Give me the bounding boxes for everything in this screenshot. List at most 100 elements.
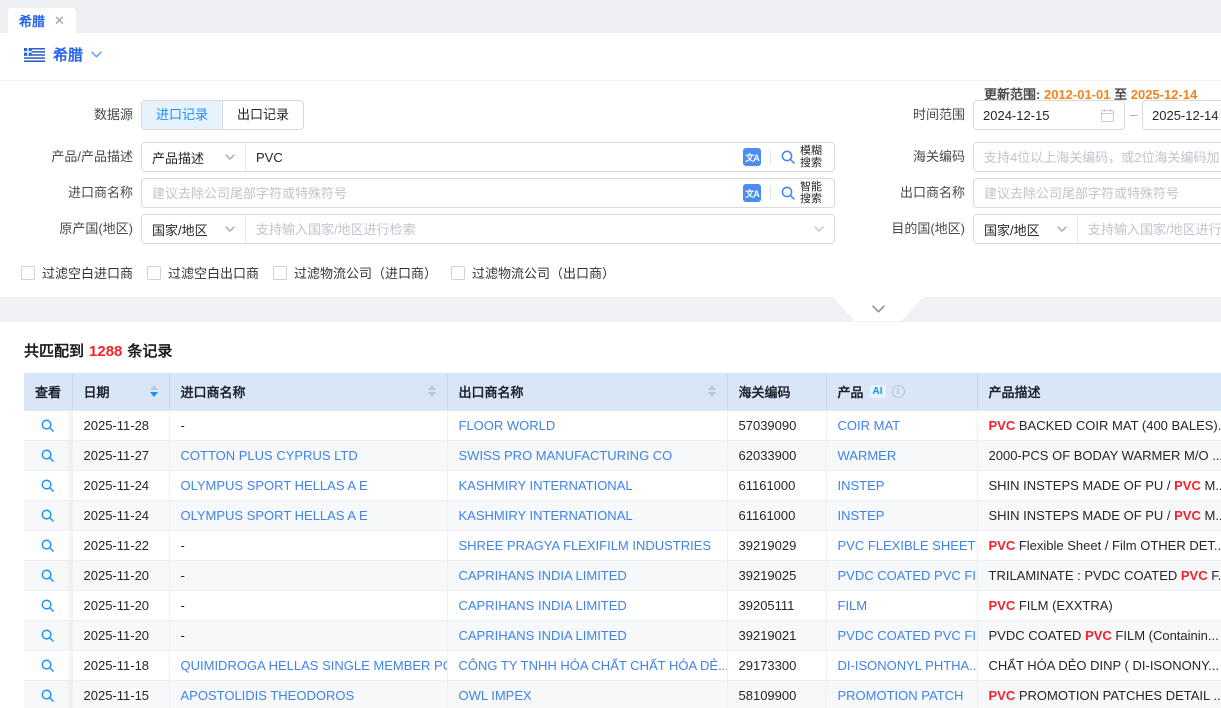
- product-link[interactable]: INSTEP: [838, 478, 885, 493]
- checkbox-icon[interactable]: [147, 266, 161, 280]
- sort-date-icon[interactable]: [150, 385, 158, 397]
- view-record-button[interactable]: [40, 658, 55, 673]
- dest-country-select[interactable]: 国家/地区: [974, 215, 1078, 243]
- translate-icon[interactable]: 文A: [743, 148, 761, 166]
- view-record-button[interactable]: [40, 448, 55, 463]
- date-from-input[interactable]: 2024-12-15: [973, 100, 1125, 130]
- row-date: 2025-11-22: [84, 538, 150, 553]
- product-link[interactable]: FILM: [838, 598, 868, 613]
- exporter-link[interactable]: CAPRIHANS INDIA LIMITED: [459, 568, 627, 583]
- desc-segment: M...: [1201, 478, 1221, 493]
- col-importer[interactable]: 进口商名称: [169, 373, 447, 410]
- row-hs-code: 39205111: [739, 598, 795, 613]
- product-link[interactable]: INSTEP: [838, 508, 885, 523]
- exporter-input[interactable]: [973, 178, 1221, 208]
- exporter-link[interactable]: KASHMIRY INTERNATIONAL: [459, 508, 633, 523]
- product-link[interactable]: WARMER: [838, 448, 897, 463]
- view-record-button[interactable]: [40, 508, 55, 523]
- chevron-down-icon[interactable]: [91, 51, 102, 58]
- filter-checkbox-0[interactable]: 过滤空白进口商: [21, 263, 133, 282]
- table-row: 2025-11-24OLYMPUS SPORT HELLAS A EKASHMI…: [24, 500, 1221, 530]
- checkbox-icon[interactable]: [21, 266, 35, 280]
- product-input[interactable]: [246, 143, 743, 171]
- filter-checkbox-2[interactable]: 过滤物流公司（进口商）: [273, 263, 437, 282]
- exporter-cell: SHREE PRAGYA FLEXIFILM INDUSTRIES: [447, 530, 727, 560]
- checkbox-icon[interactable]: [451, 266, 465, 280]
- filter-checkbox-3[interactable]: 过滤物流公司（出口商）: [451, 263, 615, 282]
- origin-country-input[interactable]: [246, 215, 814, 243]
- date-to-input[interactable]: 2025-12-14: [1142, 100, 1221, 130]
- hs-code-cell: 39219029: [727, 530, 826, 560]
- desc-segment: PVC: [1174, 478, 1201, 493]
- hs-code-cell: 62033900: [727, 440, 826, 470]
- exporter-link[interactable]: FLOOR WORLD: [459, 418, 556, 433]
- importer-link[interactable]: COTTON PLUS CYPRUS LTD: [181, 448, 358, 463]
- translate-icon[interactable]: 文A: [743, 184, 761, 202]
- product-link[interactable]: COIR MAT: [838, 418, 901, 433]
- product-cell: WARMER: [826, 440, 977, 470]
- desc-segment: PVC: [989, 538, 1016, 553]
- col-exporter[interactable]: 出口商名称: [447, 373, 727, 410]
- exporter-link[interactable]: SWISS PRO MANUFACTURING CO: [459, 448, 673, 463]
- view-record-button[interactable]: [40, 598, 55, 613]
- importer-link[interactable]: QUIMIDROGA HELLAS SINGLE MEMBER PC: [181, 658, 448, 673]
- dest-country-input[interactable]: [1078, 215, 1221, 243]
- importer-input[interactable]: [142, 179, 743, 207]
- importer-link: -: [181, 628, 185, 643]
- origin-country-select[interactable]: 国家/地区: [142, 215, 246, 243]
- close-icon[interactable]: ✕: [54, 14, 65, 27]
- import-records-button[interactable]: 进口记录: [142, 101, 222, 129]
- view-record-button[interactable]: [40, 418, 55, 433]
- product-type-select[interactable]: 产品描述: [142, 143, 246, 171]
- table-row: 2025-11-28-FLOOR WORLD57039090COIR MATPV…: [24, 410, 1221, 440]
- filter-checkbox-1[interactable]: 过滤空白出口商: [147, 263, 259, 282]
- product-link[interactable]: DI-ISONONYL PHTHA...: [838, 658, 978, 673]
- date-from-value: 2024-12-15: [983, 108, 1050, 123]
- sort-exporter-icon[interactable]: [708, 385, 716, 397]
- product-link[interactable]: PROMOTION PATCH: [838, 688, 964, 703]
- results-summary: 共匹配到1288条记录: [24, 340, 172, 361]
- smart-search-button[interactable]: 智能搜索: [780, 181, 824, 205]
- exporter-link[interactable]: CAPRIHANS INDIA LIMITED: [459, 598, 627, 613]
- view-cell: [24, 440, 72, 470]
- importer-link[interactable]: APOSTOLIDIS THEODOROS: [181, 688, 355, 703]
- match-count: 1288: [89, 343, 122, 360]
- desc-segment: PVC: [1085, 628, 1112, 643]
- view-record-button[interactable]: [40, 478, 55, 493]
- exporter-link[interactable]: OWL IMPEX: [459, 688, 532, 703]
- col-exporter-label: 出口商名称: [459, 382, 524, 401]
- importer-link[interactable]: OLYMPUS SPORT HELLAS A E: [181, 478, 368, 493]
- desc-segment: FILM (Containin...: [1112, 628, 1219, 643]
- view-record-button[interactable]: [40, 538, 55, 553]
- view-record-button[interactable]: [40, 628, 55, 643]
- col-date[interactable]: 日期: [72, 373, 169, 410]
- fuzzy-search-button[interactable]: 模糊搜索: [780, 145, 824, 169]
- collapse-panel-button[interactable]: [833, 297, 923, 321]
- product-link[interactable]: PVDC COATED PVC FIL...: [838, 568, 978, 583]
- product-link[interactable]: PVDC COATED PVC FIL...: [838, 628, 978, 643]
- desc-segment: 2000-PCS OF BODAY WARMER M/O ...: [989, 448, 1221, 463]
- tab-greece[interactable]: 希腊 ✕: [8, 8, 76, 33]
- export-records-button[interactable]: 出口记录: [222, 101, 303, 129]
- product-input-icons: 文A 模糊搜索: [743, 145, 834, 169]
- sort-importer-icon[interactable]: [428, 385, 436, 397]
- desc-segment: FILM (EXXTRA): [1015, 598, 1113, 613]
- desc-segment: PVC: [989, 598, 1016, 613]
- importer-link[interactable]: OLYMPUS SPORT HELLAS A E: [181, 508, 368, 523]
- row-hs-code: 57039090: [739, 418, 797, 433]
- view-record-button[interactable]: [40, 688, 55, 703]
- view-record-button[interactable]: [40, 568, 55, 583]
- exporter-link[interactable]: CAPRIHANS INDIA LIMITED: [459, 628, 627, 643]
- exporter-link[interactable]: SHREE PRAGYA FLEXIFILM INDUSTRIES: [459, 538, 712, 553]
- search-icon: [780, 185, 796, 201]
- importer-input-icons: 文A 智能搜索: [743, 181, 834, 205]
- exporter-link[interactable]: CÔNG TY TNHH HÓA CHẤT CHẤT HÓA DẺ...: [459, 658, 728, 673]
- hs-code-input[interactable]: [973, 142, 1221, 172]
- chevron-down-icon[interactable]: [814, 226, 824, 232]
- info-icon[interactable]: i: [892, 385, 905, 398]
- product-link[interactable]: PVC FLEXIBLE SHEET F...: [838, 538, 978, 553]
- exporter-link[interactable]: KASHMIRY INTERNATIONAL: [459, 478, 633, 493]
- product-cell: PROMOTION PATCH: [826, 680, 977, 708]
- page: 希腊 ✕ 希腊 更新范围: 2012-01-01 至 2025-12-14 数据…: [0, 0, 1221, 708]
- checkbox-icon[interactable]: [273, 266, 287, 280]
